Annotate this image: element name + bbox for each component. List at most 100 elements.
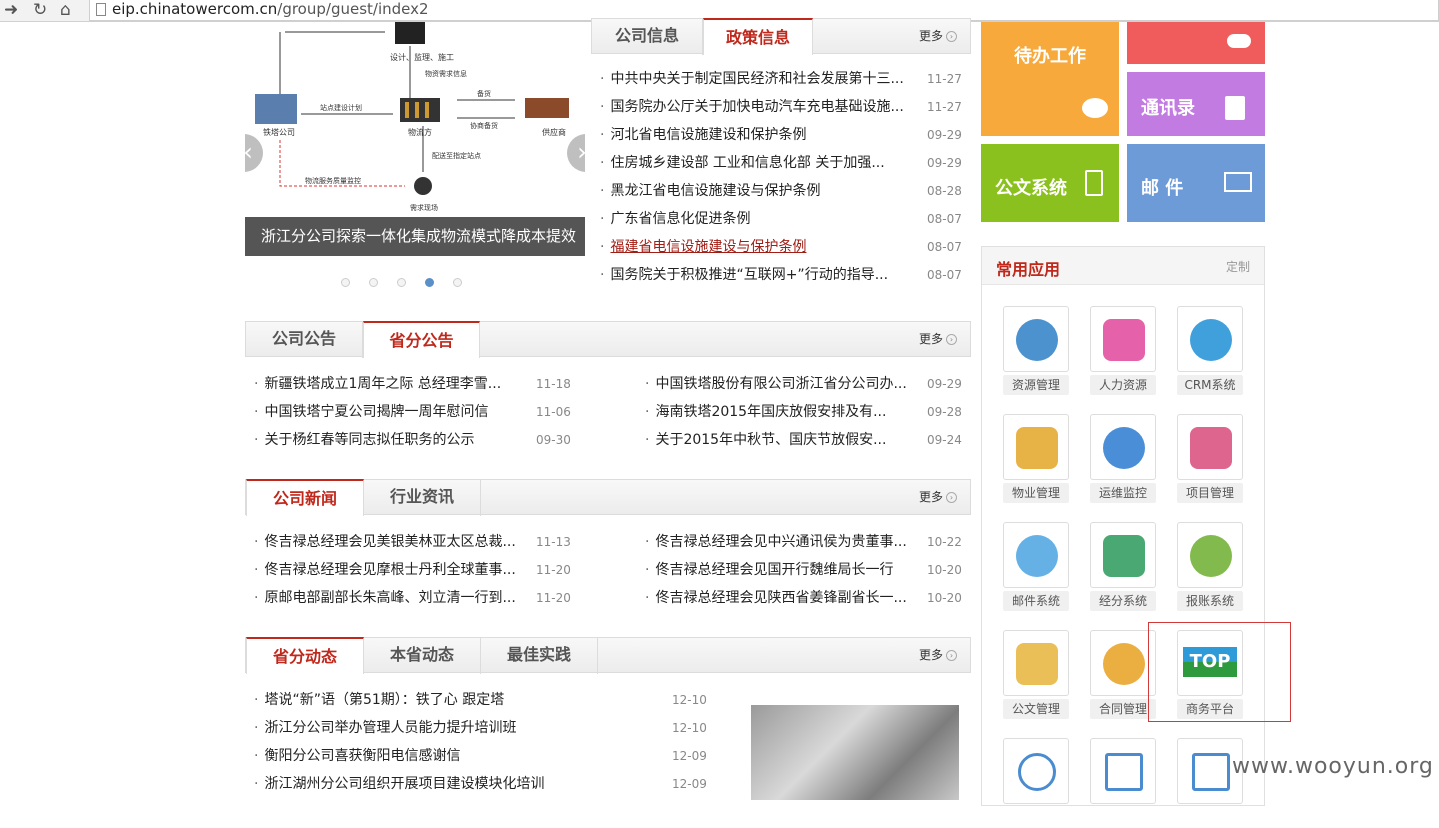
dynamics-more-link[interactable]: 更多 › bbox=[919, 638, 958, 672]
app-6[interactable]: 项目管理 bbox=[1177, 414, 1243, 504]
news-item-title[interactable]: 衡阳分公司喜获衡阳电信感谢信 bbox=[264, 748, 460, 764]
tab-company-info[interactable]: 公司信息 bbox=[592, 18, 703, 55]
tile-todo[interactable]: 待办工作 bbox=[981, 22, 1119, 136]
news-item[interactable]: · 国务院办公厅关于加快电动汽车充电基础设施... bbox=[600, 94, 904, 120]
slider-dot[interactable] bbox=[369, 278, 378, 287]
news-item-title[interactable]: 中国铁塔股份有限公司浙江省分公司办... bbox=[655, 376, 906, 392]
chat-bubble-icon bbox=[1082, 98, 1108, 118]
news-item-title[interactable]: 河北省电信设施建设和保护条例 bbox=[610, 127, 806, 143]
search-map-icon[interactable] bbox=[1003, 738, 1069, 828]
app-4[interactable]: 物业管理 bbox=[1003, 414, 1069, 504]
news-item[interactable]: · 衡阳分公司喜获衡阳电信感谢信 bbox=[254, 743, 460, 769]
notice-more-link[interactable]: 更多 › bbox=[919, 322, 958, 356]
news-more-link[interactable]: 更多 › bbox=[919, 480, 958, 514]
news-item-title[interactable]: 福建省电信设施建设与保护条例 bbox=[610, 239, 806, 255]
news-photo[interactable] bbox=[751, 705, 959, 800]
app-8[interactable]: 经分系统 bbox=[1090, 522, 1156, 612]
news-item-date: 11-27 bbox=[927, 100, 962, 114]
growth-chart-icon[interactable] bbox=[1090, 738, 1156, 828]
news-item[interactable]: · 国务院关于积极推进“互联网+”行动的指导... bbox=[600, 262, 888, 288]
news-item-title[interactable]: 浙江湖州分公司组织开展项目建设模块化培训 bbox=[264, 776, 544, 792]
tab-company-notice[interactable]: 公司公告 bbox=[246, 321, 363, 358]
tab-policy-info[interactable]: 政策信息 bbox=[703, 18, 813, 55]
news-item[interactable]: · 广东省信息化促进条例 bbox=[600, 206, 750, 232]
news-item-title[interactable]: 国务院关于积极推进“互联网+”行动的指导... bbox=[610, 267, 888, 283]
news-item-title[interactable]: 关于2015年中秋节、国庆节放假安... bbox=[655, 432, 886, 448]
news-item[interactable]: · 关于2015年中秋节、国庆节放假安... bbox=[645, 427, 886, 453]
policy-more-link[interactable]: 更多 › bbox=[919, 19, 958, 53]
checklist-icon[interactable] bbox=[1177, 738, 1243, 828]
news-item-title[interactable]: 关于杨红春等同志拟任职务的公示 bbox=[264, 432, 474, 448]
news-item-date: 12-10 bbox=[672, 693, 707, 707]
news-item[interactable]: · 浙江分公司举办管理人员能力提升培训班 bbox=[254, 715, 516, 741]
news-item[interactable]: · 海南铁塔2015年国庆放假安排及有... bbox=[645, 399, 886, 425]
slider-dot-active[interactable] bbox=[425, 278, 434, 287]
news-item[interactable]: · 佟吉禄总经理会见国开行魏维局长一行 bbox=[645, 557, 893, 583]
news-item-title[interactable]: 佟吉禄总经理会见中兴通讯侯为贵董事... bbox=[655, 534, 906, 550]
app-9[interactable]: 报账系统 bbox=[1177, 522, 1243, 612]
app-7[interactable]: 邮件系统 bbox=[1003, 522, 1069, 612]
news-item[interactable]: · 佟吉禄总经理会见摩根士丹利全球董事... bbox=[254, 557, 516, 583]
bullet-icon: · bbox=[254, 776, 259, 792]
news-item[interactable]: · 佟吉禄总经理会见陕西省姜锋副省长一... bbox=[645, 585, 907, 611]
news-item-title[interactable]: 佟吉禄总经理会见美银美林亚太区总裁... bbox=[264, 534, 515, 550]
news-item-title[interactable]: 原邮电部副部长朱高峰、刘立清一行到... bbox=[264, 590, 515, 606]
news-item[interactable]: · 关于杨红春等同志拟任职务的公示 bbox=[254, 427, 474, 453]
news-item-title[interactable]: 佟吉禄总经理会见国开行魏维局长一行 bbox=[655, 562, 893, 578]
news-item-title[interactable]: 住房城乡建设部 工业和信息化部 关于加强... bbox=[610, 155, 884, 171]
tile-mail[interactable]: 邮 件 bbox=[1127, 144, 1265, 222]
tab-industry-news[interactable]: 行业资讯 bbox=[364, 479, 481, 516]
news-item-title[interactable]: 广东省信息化促进条例 bbox=[610, 211, 750, 227]
news-item-title[interactable]: 新疆铁塔成立1周年之际 总经理李雪... bbox=[264, 376, 501, 392]
tab-province-dynamics[interactable]: 省分动态 bbox=[246, 637, 364, 674]
news-item[interactable]: · 中共中央关于制定国民经济和社会发展第十三... bbox=[600, 66, 904, 92]
news-item-date: 11-27 bbox=[927, 72, 962, 86]
app-icon-shape bbox=[1103, 643, 1145, 685]
tab-company-news[interactable]: 公司新闻 bbox=[246, 479, 364, 516]
tab-province-notice[interactable]: 省分公告 bbox=[363, 321, 480, 358]
bullet-icon: · bbox=[600, 183, 605, 199]
news-item-title[interactable]: 中共中央关于制定国民经济和社会发展第十三... bbox=[610, 71, 903, 87]
forward-icon[interactable]: ➜ bbox=[4, 0, 18, 20]
tile-contacts[interactable]: 通讯录 bbox=[1127, 72, 1265, 136]
news-item[interactable]: · 佟吉禄总经理会见美银美林亚太区总裁... bbox=[254, 529, 516, 555]
news-item[interactable]: · 浙江湖州分公司组织开展项目建设模块化培训 bbox=[254, 771, 544, 797]
news-item[interactable]: · 河北省电信设施建设和保护条例 bbox=[600, 122, 806, 148]
news-item-title[interactable]: 塔说“新”语（第51期）：铁了心 跟定塔 bbox=[264, 692, 504, 708]
app-1[interactable]: 资源管理 bbox=[1003, 306, 1069, 396]
mail-system-icon bbox=[1003, 522, 1069, 588]
news-item-title[interactable]: 国务院办公厅关于加快电动汽车充电基础设施... bbox=[610, 99, 903, 115]
slider-dot[interactable] bbox=[397, 278, 406, 287]
news-item[interactable]: · 中国铁塔宁夏公司揭牌一周年慰问信 bbox=[254, 399, 488, 425]
slider-dot[interactable] bbox=[341, 278, 350, 287]
app-10[interactable]: 公文管理 bbox=[1003, 630, 1069, 720]
apps-customize-link[interactable]: 定制 bbox=[1226, 258, 1250, 275]
tab-best-practice[interactable]: 最佳实践 bbox=[481, 637, 598, 674]
news-item-title[interactable]: 黑龙江省电信设施建设与保护条例 bbox=[610, 183, 820, 199]
app-11[interactable]: 合同管理 bbox=[1090, 630, 1156, 720]
news-item-title[interactable]: 佟吉禄总经理会见摩根士丹利全球董事... bbox=[264, 562, 515, 578]
news-item-title[interactable]: 中国铁塔宁夏公司揭牌一周年慰问信 bbox=[264, 404, 488, 420]
news-item[interactable]: · 原邮电部副部长朱高峰、刘立清一行到... bbox=[254, 585, 516, 611]
slider-dot[interactable] bbox=[453, 278, 462, 287]
app-3[interactable]: CRM系统 bbox=[1177, 306, 1243, 396]
bullet-icon: · bbox=[645, 404, 650, 420]
reload-icon[interactable]: ↻ bbox=[33, 0, 47, 20]
news-item-title[interactable]: 佟吉禄总经理会见陕西省姜锋副省长一... bbox=[655, 590, 906, 606]
tile-docs[interactable]: 公文系统 bbox=[981, 144, 1119, 222]
tile-cloud[interactable] bbox=[1127, 22, 1265, 64]
app-5[interactable]: 运维监控 bbox=[1090, 414, 1156, 504]
news-item[interactable]: · 佟吉禄总经理会见中兴通讯侯为贵董事... bbox=[645, 529, 907, 555]
news-item[interactable]: · 黑龙江省电信设施建设与保护条例 bbox=[600, 178, 820, 204]
news-item[interactable]: · 福建省电信设施建设与保护条例 bbox=[600, 234, 806, 260]
tab-local-dynamics[interactable]: 本省动态 bbox=[364, 637, 481, 674]
news-item-title[interactable]: 海南铁塔2015年国庆放假安排及有... bbox=[655, 404, 886, 420]
news-item[interactable]: · 中国铁塔股份有限公司浙江省分公司办... bbox=[645, 371, 907, 397]
home-icon[interactable]: ⌂ bbox=[60, 0, 71, 20]
news-item[interactable]: · 住房城乡建设部 工业和信息化部 关于加强... bbox=[600, 150, 885, 176]
news-item[interactable]: · 塔说“新”语（第51期）：铁了心 跟定塔 bbox=[254, 687, 504, 713]
app-2[interactable]: 人力资源 bbox=[1090, 306, 1156, 396]
news-item-title[interactable]: 浙江分公司举办管理人员能力提升培训班 bbox=[264, 720, 516, 736]
news-item[interactable]: · 新疆铁塔成立1周年之际 总经理李雪... bbox=[254, 371, 501, 397]
slider-caption[interactable]: 浙江分公司探索一体化集成物流模式降成本提效益 bbox=[245, 217, 585, 284]
